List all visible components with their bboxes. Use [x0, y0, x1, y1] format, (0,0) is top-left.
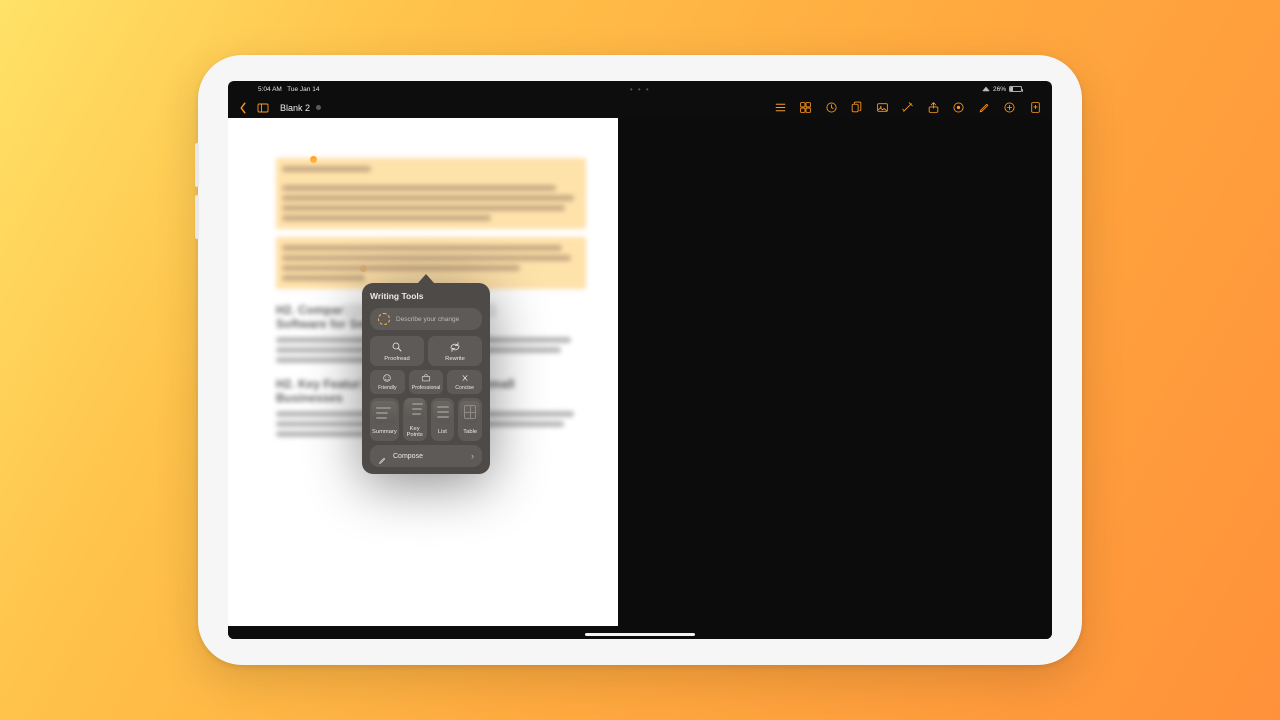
add-icon[interactable] — [1003, 101, 1017, 115]
rewrite-icon — [449, 341, 461, 353]
summary-button[interactable]: Summary — [370, 398, 399, 441]
compose-pen-icon — [378, 452, 387, 461]
rewrite-button[interactable]: Rewrite — [428, 336, 482, 366]
compose-button[interactable]: Compose › — [370, 445, 482, 467]
document-page[interactable]: H2. Compar░░░░░░░░░░░░░░░░░░ Software fo… — [228, 118, 618, 626]
magnifier-icon — [391, 341, 403, 353]
summary-preview-icon — [372, 401, 397, 423]
pen-icon[interactable] — [977, 101, 991, 115]
volume-down-button — [195, 195, 199, 239]
status-date: Tue Jan 14 — [287, 86, 319, 93]
clock-icon[interactable] — [824, 101, 838, 115]
describe-change-input[interactable]: Describe your change — [370, 308, 482, 330]
ai-sparkle-icon — [378, 313, 390, 325]
friendly-button[interactable]: Friendly — [370, 370, 405, 394]
battery-percent: 26% — [993, 86, 1006, 93]
writing-tools-popover: Writing Tools Describe your change — [362, 274, 490, 474]
wand-icon[interactable] — [901, 101, 915, 115]
professional-button[interactable]: Professional — [409, 370, 444, 394]
smile-icon — [382, 373, 392, 383]
home-indicator[interactable] — [585, 633, 695, 636]
multitask-dots[interactable]: • • • — [630, 81, 650, 97]
sidebar-toggle-icon[interactable] — [256, 101, 270, 115]
grid-icon[interactable] — [799, 101, 813, 115]
volume-up-button — [195, 143, 199, 187]
concise-button[interactable]: Concise — [447, 370, 482, 394]
document-title[interactable]: Blank 2 — [280, 103, 310, 113]
chevron-right-icon: › — [471, 451, 474, 461]
key-points-button[interactable]: Key Points — [403, 398, 427, 441]
doc-options-icon[interactable] — [316, 105, 321, 110]
back-button[interactable] — [238, 101, 248, 115]
status-bar: 5:04 AM Tue Jan 14 • • • 26% — [228, 81, 1052, 97]
record-icon[interactable] — [952, 101, 966, 115]
wifi-icon — [982, 87, 990, 92]
status-time: 5:04 AM — [258, 86, 282, 93]
workspace: H2. Compar░░░░░░░░░░░░░░░░░░ Software fo… — [228, 118, 1052, 639]
share-icon[interactable] — [926, 101, 940, 115]
table-preview-icon — [460, 401, 480, 423]
app-toolbar: Blank 2 — [228, 97, 1052, 118]
copy-icon[interactable] — [850, 101, 864, 115]
describe-placeholder: Describe your change — [396, 316, 459, 323]
concise-icon — [460, 373, 470, 383]
proofread-button[interactable]: Proofread — [370, 336, 424, 366]
table-button[interactable]: Table — [458, 398, 482, 441]
ipad-device-frame: 5:04 AM Tue Jan 14 • • • 26% — [198, 55, 1082, 665]
list-button[interactable]: List — [431, 398, 455, 441]
screen: 5:04 AM Tue Jan 14 • • • 26% — [228, 81, 1052, 639]
list-preview-icon — [433, 401, 453, 423]
selected-paragraph-1 — [276, 158, 586, 229]
image-icon[interactable] — [875, 101, 889, 115]
list-icon[interactable] — [773, 101, 787, 115]
page-add-icon[interactable] — [1028, 101, 1042, 115]
briefcase-icon — [421, 373, 431, 383]
popover-title: Writing Tools — [370, 291, 482, 301]
keypoints-preview-icon — [405, 398, 425, 420]
battery-icon — [1009, 86, 1022, 92]
